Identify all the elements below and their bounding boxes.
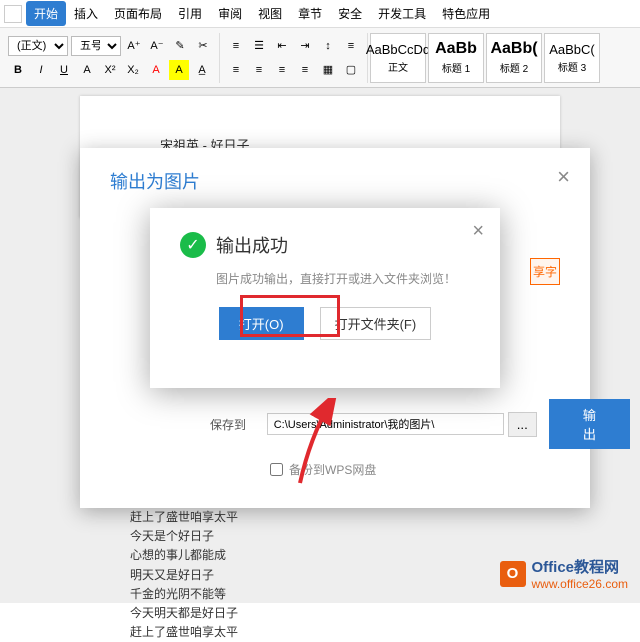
char-effect-icon[interactable]: A̲ (192, 60, 212, 80)
subscript-button[interactable]: X₂ (123, 60, 143, 80)
border-icon[interactable]: ▢ (341, 60, 361, 80)
menu-insert[interactable]: 插入 (66, 1, 106, 26)
dialog-title: 输出为图片 (110, 168, 560, 194)
menu-security[interactable]: 安全 (330, 1, 370, 26)
style-heading3[interactable]: AaBbC( 标题 3 (544, 33, 600, 83)
align-right-icon[interactable]: ≡ (272, 60, 292, 80)
underline-button[interactable]: U (54, 60, 74, 80)
wm-logo-icon: O (500, 561, 526, 587)
backup-checkbox[interactable] (270, 463, 283, 476)
doc-line: 明天又是好日子 (130, 566, 238, 585)
menu-special[interactable]: 特色应用 (434, 1, 498, 26)
decrease-font-icon[interactable]: A⁻ (147, 36, 167, 56)
line-spacing-icon[interactable]: ≡ (341, 36, 361, 56)
sort-icon[interactable]: ↕ (318, 36, 338, 56)
superscript-button[interactable]: X² (100, 60, 120, 80)
indent-left-icon[interactable]: ⇤ (272, 36, 292, 56)
wm-title: Office教程网 (532, 556, 620, 577)
doc-line: 今天明天都是好日子 (130, 604, 238, 623)
success-check-icon: ✓ (180, 232, 206, 258)
orange-badge: 享字 (530, 258, 560, 285)
style-normal[interactable]: AaBbCcDd 正文 (370, 33, 426, 83)
format-painter-icon[interactable]: ✂ (193, 36, 213, 56)
font-color-button[interactable]: A (146, 60, 166, 80)
wm-url: www.office26.com (532, 577, 629, 591)
doc-line: 赶上了盛世咱享太平 (130, 623, 238, 642)
backup-label: 备份到WPS网盘 (289, 461, 376, 478)
style-heading1[interactable]: AaBb 标题 1 (428, 33, 484, 83)
style-heading2[interactable]: AaBb( 标题 2 (486, 33, 542, 83)
doc-line: 今天是个好日子 (130, 527, 238, 546)
document-area: 宋祖英 - 好日子 作词：车行 输出为图片 × 享字 输出方式 逐页输出 合成长… (0, 88, 640, 603)
shading-icon[interactable]: ▦ (318, 60, 338, 80)
menu-view[interactable]: 视图 (250, 1, 290, 26)
open-folder-button[interactable]: 打开文件夹(F) (320, 307, 432, 340)
highlight-button[interactable]: A (169, 60, 189, 80)
doc-line: 心想的事儿都能成 (130, 546, 238, 565)
menu-start[interactable]: 开始 (26, 1, 66, 26)
indent-right-icon[interactable]: ⇥ (295, 36, 315, 56)
saveto-label: 保存到 (210, 416, 267, 433)
align-justify-icon[interactable]: ≡ (295, 60, 315, 80)
bullets-icon[interactable]: ≡ (226, 36, 246, 56)
browse-button[interactable]: ... (508, 412, 537, 437)
menu-bar: 开始 插入 页面布局 引用 审阅 视图 章节 安全 开发工具 特色应用 (0, 0, 640, 28)
menu-chapter[interactable]: 章节 (290, 1, 330, 26)
doc-line: 赶上了盛世咱享太平 (130, 508, 238, 527)
ribbon-toolbar: (正文) 五号 A⁺ A⁻ ✎ ✂ B I U A X² X₂ A A A̲ ≡… (0, 28, 640, 88)
font-family-select[interactable]: (正文) (8, 36, 68, 56)
clear-format-icon[interactable]: ✎ (170, 36, 190, 56)
align-center-icon[interactable]: ≡ (249, 60, 269, 80)
success-subtitle: 图片成功输出，直接打开或进入文件夹浏览！ (216, 270, 470, 287)
menu-dev[interactable]: 开发工具 (370, 1, 434, 26)
increase-font-icon[interactable]: A⁺ (124, 36, 144, 56)
menu-layout[interactable]: 页面布局 (106, 1, 170, 26)
numbering-icon[interactable]: ☰ (249, 36, 269, 56)
saveto-input[interactable] (267, 413, 504, 435)
app-icon (4, 5, 22, 23)
menu-review[interactable]: 审阅 (210, 1, 250, 26)
bold-button[interactable]: B (8, 60, 28, 80)
success-title: 输出成功 (216, 232, 288, 258)
open-button[interactable]: 打开(O) (219, 307, 304, 340)
close-icon[interactable]: × (472, 220, 484, 243)
strike-button[interactable]: A (77, 60, 97, 80)
font-size-select[interactable]: 五号 (71, 36, 121, 56)
menu-reference[interactable]: 引用 (170, 1, 210, 26)
align-left-icon[interactable]: ≡ (226, 60, 246, 80)
close-icon[interactable]: × (557, 164, 570, 190)
export-button[interactable]: 输出 (549, 399, 630, 449)
watermark: O Office教程网 www.office26.com (500, 556, 629, 591)
doc-line: 千金的光阴不能等 (130, 585, 238, 604)
style-gallery: AaBbCcDd 正文 AaBb 标题 1 AaBb( 标题 2 AaBbC( … (370, 33, 600, 83)
export-success-dialog: × ✓ 输出成功 图片成功输出，直接打开或进入文件夹浏览！ 打开(O) 打开文件… (150, 208, 500, 388)
italic-button[interactable]: I (31, 60, 51, 80)
